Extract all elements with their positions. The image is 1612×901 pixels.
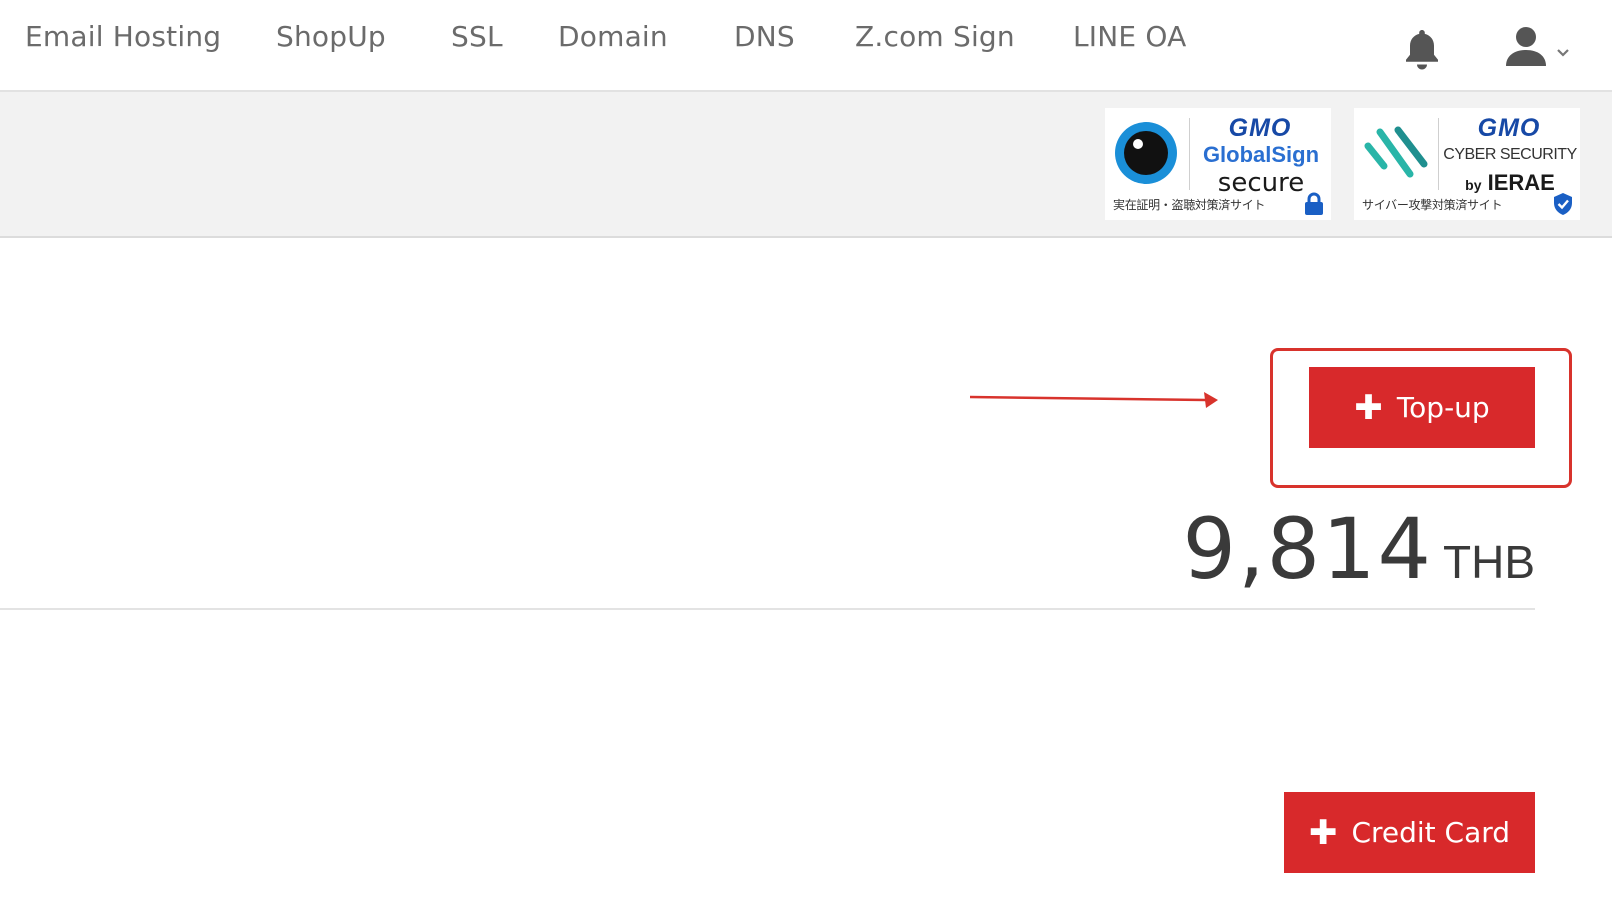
eye-logo-icon — [1115, 122, 1177, 184]
globalsign-seal[interactable]: GMO GlobalSign secure 実在証明・盗聴対策済サイト — [1105, 108, 1331, 220]
cyber-security-text: CYBER SECURITY — [1443, 146, 1577, 163]
nav-item-ssl[interactable]: SSL — [451, 20, 503, 53]
topup-button[interactable]: ✚ Top-up — [1309, 367, 1535, 448]
bell-icon[interactable] — [1402, 26, 1442, 70]
balance-currency: THB — [1443, 536, 1535, 588]
plus-icon: ✚ — [1308, 812, 1338, 853]
gmo-brand: GMO — [1477, 114, 1541, 142]
nav-item-line-oa[interactable]: LINE OA — [1073, 20, 1187, 53]
balance-amount: 9,814 — [1182, 500, 1433, 598]
trust-seal-band: GMO GlobalSign secure 実在証明・盗聴対策済サイト GMO … — [0, 92, 1612, 238]
wallet-balance: 9,814 THB — [1183, 500, 1535, 598]
section-divider — [0, 608, 1535, 610]
gmo-brand: GMO — [1228, 114, 1292, 142]
seal-caption: サイバー攻撃対策済サイト — [1362, 198, 1503, 212]
lock-icon — [1305, 192, 1323, 215]
user-menu[interactable] — [1504, 24, 1570, 72]
user-icon — [1506, 27, 1546, 66]
nav-item-dns[interactable]: DNS — [734, 20, 795, 53]
seal-divider — [1438, 118, 1439, 190]
ierae-logo-icon — [1364, 126, 1428, 178]
nav-item-domain[interactable]: Domain — [558, 20, 668, 53]
nav-item-email-hosting[interactable]: Email Hosting — [25, 20, 221, 53]
globalsign-name: GlobalSign — [1202, 142, 1320, 167]
cyber-security-seal[interactable]: GMO CYBER SECURITY by IERAE サイバー攻撃対策済サイト — [1354, 108, 1580, 220]
nav-item-shopup[interactable]: ShopUp — [276, 20, 386, 53]
seal-caption: 実在証明・盗聴対策済サイト — [1113, 198, 1266, 212]
nav-item-zcom-sign[interactable]: Z.com Sign — [855, 20, 1015, 53]
by-text: by — [1465, 177, 1482, 193]
plus-icon: ✚ — [1354, 387, 1383, 428]
ierae-name: IERAE — [1487, 170, 1555, 195]
annotation-arrow — [970, 392, 1218, 408]
credit-card-label: Credit Card — [1351, 816, 1511, 849]
chevron-down-icon — [1557, 49, 1569, 57]
credit-card-button[interactable]: ✚ Credit Card — [1284, 792, 1535, 873]
seal-divider — [1189, 118, 1190, 190]
topup-label: Top-up — [1396, 391, 1490, 424]
shield-check-icon — [1554, 193, 1572, 215]
top-navigation: Email Hosting ShopUp SSL Domain DNS Z.co… — [0, 0, 1612, 92]
